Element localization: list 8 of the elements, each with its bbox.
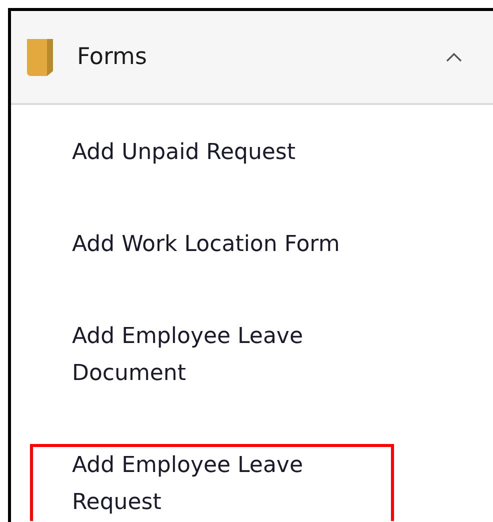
folder-icon — [25, 37, 55, 77]
menu-link[interactable]: Add Work Location Form — [30, 223, 394, 263]
section-header[interactable]: Forms — [11, 11, 493, 105]
chevron-up-icon[interactable] — [445, 51, 463, 63]
menu-link[interactable]: Add Unpaid Request — [30, 131, 394, 171]
section-title: Forms — [77, 44, 148, 70]
menu-link[interactable]: Add Employee Leave Request — [30, 444, 394, 521]
menu-link[interactable]: Add Employee Leave Document — [30, 315, 394, 392]
